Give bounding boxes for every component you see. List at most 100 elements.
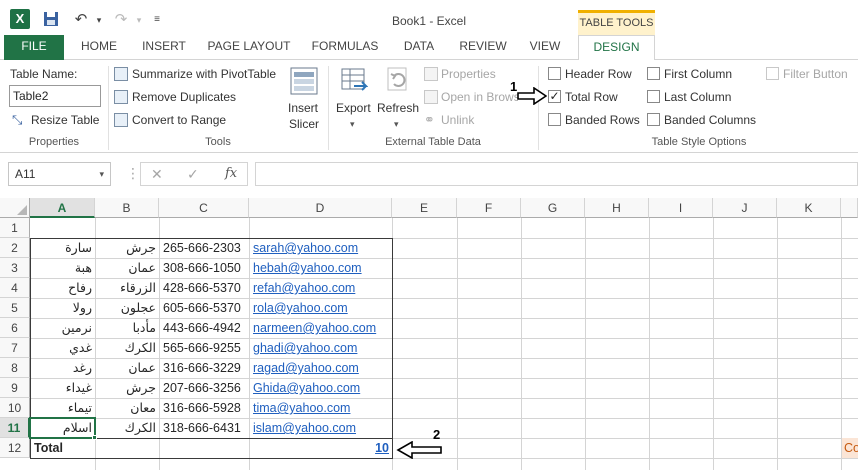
column-header-a[interactable]: A bbox=[30, 198, 95, 218]
cell-a9[interactable]: غيداء bbox=[31, 378, 95, 398]
tab-insert[interactable]: INSERT bbox=[136, 35, 192, 60]
cell-b11[interactable]: الكرك bbox=[96, 418, 159, 438]
banded-rows-checkbox[interactable] bbox=[548, 113, 561, 126]
cell-a5[interactable]: رولا bbox=[31, 298, 95, 318]
cell-b3[interactable]: عمان bbox=[96, 258, 159, 278]
row-header[interactable]: 1 bbox=[0, 218, 30, 238]
formula-input[interactable] bbox=[255, 162, 858, 186]
total-row-checkbox[interactable]: ✓ bbox=[548, 90, 561, 103]
cell-c2[interactable]: 265-666-2303 bbox=[160, 238, 249, 258]
cell-c5[interactable]: 605-666-5370 bbox=[160, 298, 249, 318]
cell-c7[interactable]: 565-666-9255 bbox=[160, 338, 249, 358]
row-header[interactable]: 3 bbox=[0, 258, 30, 278]
column-header-k[interactable]: K bbox=[777, 198, 841, 218]
remove-duplicates-button[interactable]: Remove Duplicates bbox=[114, 89, 244, 105]
table-name-input[interactable]: Table2 bbox=[9, 85, 101, 107]
open-in-browser-button[interactable]: Open in Browser bbox=[424, 89, 518, 105]
header-row-checkbox[interactable] bbox=[548, 67, 561, 80]
cell-c9[interactable]: 207-666-3256 bbox=[160, 378, 249, 398]
cell-a10[interactable]: تيماء bbox=[31, 398, 95, 418]
name-box-dropdown-icon[interactable]: ▾ bbox=[99, 163, 104, 185]
cell-a8[interactable]: رغد bbox=[31, 358, 95, 378]
tab-home[interactable]: HOME bbox=[74, 35, 124, 60]
cell-a12-total-label[interactable]: Total bbox=[31, 438, 95, 458]
row-header-selected[interactable]: 11 bbox=[0, 418, 30, 438]
cell-b6[interactable]: مأدبا bbox=[96, 318, 159, 338]
cell-b5[interactable]: عجلون bbox=[96, 298, 159, 318]
cell-c10[interactable]: 316-666-5928 bbox=[160, 398, 249, 418]
column-header-g[interactable]: G bbox=[521, 198, 585, 218]
cell-d4-email-link[interactable]: refah@yahoo.com bbox=[250, 278, 392, 298]
column-header-partial[interactable] bbox=[841, 198, 858, 218]
select-all-corner[interactable] bbox=[0, 198, 30, 218]
row-header[interactable]: 10 bbox=[0, 398, 30, 418]
column-header-j[interactable]: J bbox=[713, 198, 777, 218]
cell-a7[interactable]: غدي bbox=[31, 338, 95, 358]
refresh-button[interactable]: Refresh ▾ bbox=[376, 64, 419, 134]
tab-file[interactable]: FILE bbox=[4, 35, 64, 60]
row-header[interactable]: 7 bbox=[0, 338, 30, 358]
cell-c8[interactable]: 316-666-3229 bbox=[160, 358, 249, 378]
cell-c3[interactable]: 308-666-1050 bbox=[160, 258, 249, 278]
filter-button-checkbox[interactable] bbox=[766, 67, 779, 80]
row-header[interactable]: 4 bbox=[0, 278, 30, 298]
partial-offscreen-cell[interactable]: Co bbox=[842, 438, 858, 458]
cell-a3[interactable]: هبة bbox=[31, 258, 95, 278]
tab-page-layout[interactable]: PAGE LAYOUT bbox=[202, 35, 296, 60]
column-header-i[interactable]: I bbox=[649, 198, 713, 218]
formula-bar-splitter-icon[interactable]: ⋮ bbox=[126, 166, 140, 180]
row-header[interactable]: 5 bbox=[0, 298, 30, 318]
tab-data[interactable]: DATA bbox=[394, 35, 444, 60]
cell-b9[interactable]: جرش bbox=[96, 378, 159, 398]
tab-review[interactable]: REVIEW bbox=[454, 35, 512, 60]
tab-formulas[interactable]: FORMULAS bbox=[306, 35, 384, 60]
cell-c11[interactable]: 318-666-6431 bbox=[160, 418, 249, 438]
row-header[interactable]: 12 bbox=[0, 438, 30, 458]
export-button[interactable]: Export ▾ bbox=[334, 64, 374, 134]
cell-a4[interactable]: رفاح bbox=[31, 278, 95, 298]
cell-d3-email-link[interactable]: hebah@yahoo.com bbox=[250, 258, 392, 278]
unlink-button[interactable]: ⚭ Unlink bbox=[424, 112, 524, 128]
insert-slicer-button[interactable]: Insert Slicer bbox=[283, 64, 325, 134]
resize-table-button[interactable]: ⤡ Resize Table bbox=[12, 112, 112, 128]
row-header[interactable]: 9 bbox=[0, 378, 30, 398]
enter-icon[interactable]: ✓ bbox=[187, 166, 199, 183]
properties-button[interactable]: Properties bbox=[424, 66, 524, 82]
cell-c4[interactable]: 428-666-5370 bbox=[160, 278, 249, 298]
cell-d5-email-link[interactable]: rola@yahoo.com bbox=[250, 298, 392, 318]
first-column-checkbox[interactable] bbox=[647, 67, 660, 80]
cell-d11-email-link[interactable]: islam@yahoo.com bbox=[250, 418, 392, 438]
tab-design[interactable]: DESIGN bbox=[578, 35, 655, 61]
cell-d12-total-count[interactable]: 10 bbox=[250, 438, 392, 458]
cell-a6[interactable]: نرمين bbox=[31, 318, 95, 338]
cell-b7[interactable]: الكرك bbox=[96, 338, 159, 358]
column-header-b[interactable]: B bbox=[95, 198, 159, 218]
column-header-e[interactable]: E bbox=[392, 198, 457, 218]
tab-view[interactable]: VIEW bbox=[522, 35, 568, 60]
column-header-f[interactable]: F bbox=[457, 198, 521, 218]
summarize-pivottable-button[interactable]: Summarize with PivotTable bbox=[114, 66, 284, 82]
row-header[interactable]: 2 bbox=[0, 238, 30, 258]
cell-b8[interactable]: عمان bbox=[96, 358, 159, 378]
convert-to-range-button[interactable]: Convert to Range bbox=[114, 112, 244, 128]
column-header-c[interactable]: C bbox=[159, 198, 249, 218]
row-header[interactable]: 6 bbox=[0, 318, 30, 338]
cell-b10[interactable]: معان bbox=[96, 398, 159, 418]
cell-b4[interactable]: الزرقاء bbox=[96, 278, 159, 298]
column-header-d[interactable]: D bbox=[249, 198, 392, 218]
row-header[interactable]: 8 bbox=[0, 358, 30, 378]
cell-d10-email-link[interactable]: tima@yahoo.com bbox=[250, 398, 392, 418]
cancel-icon[interactable]: ✕ bbox=[151, 166, 163, 183]
cell-d8-email-link[interactable]: ragad@yahoo.com bbox=[250, 358, 392, 378]
cell-d6-email-link[interactable]: narmeen@yahoo.com bbox=[250, 318, 392, 338]
name-box[interactable]: A11 ▾ bbox=[8, 162, 111, 186]
cell-c6[interactable]: 443-666-4942 bbox=[160, 318, 249, 338]
column-header-h[interactable]: H bbox=[585, 198, 649, 218]
cell-d9-email-link[interactable]: Ghida@yahoo.com bbox=[250, 378, 392, 398]
last-column-checkbox[interactable] bbox=[647, 90, 660, 103]
insert-function-icon[interactable]: fx bbox=[225, 166, 237, 181]
cell-d7-email-link[interactable]: ghadi@yahoo.com bbox=[250, 338, 392, 358]
cell-b2[interactable]: جرش bbox=[96, 238, 159, 258]
cell-d2-email-link[interactable]: sarah@yahoo.com bbox=[250, 238, 392, 258]
banded-columns-checkbox[interactable] bbox=[647, 113, 660, 126]
